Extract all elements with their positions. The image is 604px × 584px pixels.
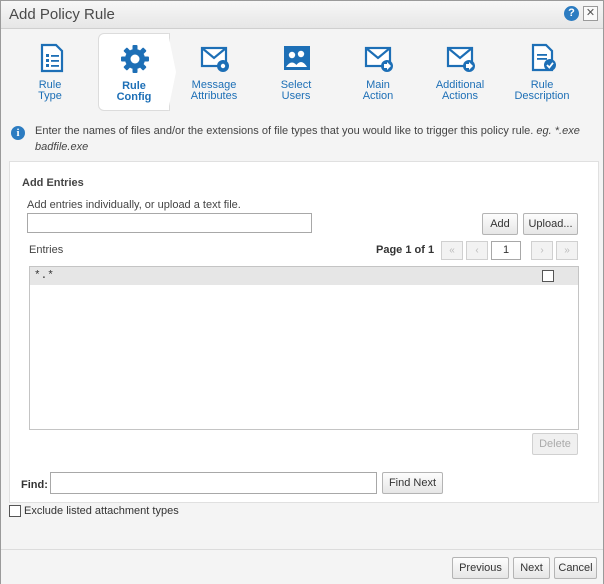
users-icon — [284, 46, 310, 70]
page-indicator: Page 1 of 1 — [376, 244, 435, 256]
exclude-label: Exclude listed attachment types — [24, 505, 179, 517]
next-button[interactable]: Next — [513, 557, 550, 579]
entry-input[interactable] — [27, 213, 312, 233]
info-icon: i — [11, 126, 25, 140]
step-label-line2: Type — [38, 90, 62, 102]
document-check-icon — [531, 43, 556, 72]
step-label-line2: Action — [362, 90, 394, 102]
step-rule-description[interactable]: Rule Description — [507, 33, 577, 109]
upload-button[interactable]: Upload... — [523, 213, 578, 235]
section-title: Add Entries — [22, 177, 84, 189]
step-label-line2: Actions — [441, 90, 479, 102]
find-input[interactable] — [50, 472, 377, 494]
step-message-attributes[interactable]: Message Attributes — [179, 33, 249, 109]
info-text: Enter the names of files and/or the exte… — [35, 123, 595, 155]
step-additional-actions[interactable]: Additional Actions — [425, 33, 495, 109]
info-example-prefix: eg. — [536, 125, 552, 137]
next-page-button[interactable]: › — [531, 241, 553, 260]
prev-page-button[interactable]: ‹ — [466, 241, 488, 260]
active-step-pointer — [168, 33, 176, 111]
exclude-checkbox[interactable] — [9, 505, 21, 517]
add-policy-rule-dialog: Add Policy Rule ? ✕ Rule Type Rule Confi… — [0, 0, 604, 584]
envelope-gear-icon — [200, 46, 229, 72]
envelope-arrow-icon — [446, 46, 475, 72]
cancel-button[interactable]: Cancel — [554, 557, 597, 579]
gear-icon — [121, 45, 149, 73]
entry-checkbox[interactable] — [542, 270, 554, 282]
first-page-button[interactable]: « — [441, 241, 463, 260]
envelope-arrow-icon — [364, 46, 393, 72]
step-main-action[interactable]: Main Action — [343, 33, 413, 109]
title-bar: Add Policy Rule ? ✕ — [1, 1, 603, 29]
list-item[interactable]: *.* — [30, 267, 578, 285]
last-page-button[interactable]: » — [556, 241, 578, 260]
step-select-users[interactable]: Select Users — [261, 33, 331, 109]
step-label-line2: Attributes — [190, 90, 238, 102]
document-list-icon — [40, 43, 64, 73]
page-number-input[interactable]: 1 — [491, 241, 521, 260]
find-label: Find: — [21, 479, 48, 491]
help-icon[interactable]: ? — [564, 6, 579, 21]
entry-value: *.* — [34, 270, 54, 282]
add-button[interactable]: Add — [482, 213, 518, 235]
step-rule-type[interactable]: Rule Type — [15, 33, 85, 109]
delete-button[interactable]: Delete — [532, 433, 578, 455]
previous-button[interactable]: Previous — [452, 557, 509, 579]
info-description: Enter the names of files and/or the exte… — [35, 125, 534, 137]
entries-panel: Add Entries Add entries individually, or… — [9, 161, 599, 503]
dialog-footer: Previous Next Cancel — [1, 549, 603, 584]
entries-label: Entries — [29, 244, 64, 256]
entries-list: *.* — [29, 266, 579, 430]
step-rule-config[interactable]: Rule Config — [98, 33, 170, 111]
info-message: i Enter the names of files and/or the ex… — [11, 123, 596, 153]
step-label-line2: Users — [281, 90, 311, 102]
step-label-line2: Description — [514, 90, 570, 102]
close-icon[interactable]: ✕ — [583, 6, 598, 21]
wizard-steps: Rule Type Rule Config Message Attributes… — [1, 29, 603, 113]
entries-hint: Add entries individually, or upload a te… — [27, 199, 241, 211]
step-label-line2: Config — [116, 91, 152, 103]
find-next-button[interactable]: Find Next — [382, 472, 443, 494]
dialog-title: Add Policy Rule — [9, 6, 115, 23]
